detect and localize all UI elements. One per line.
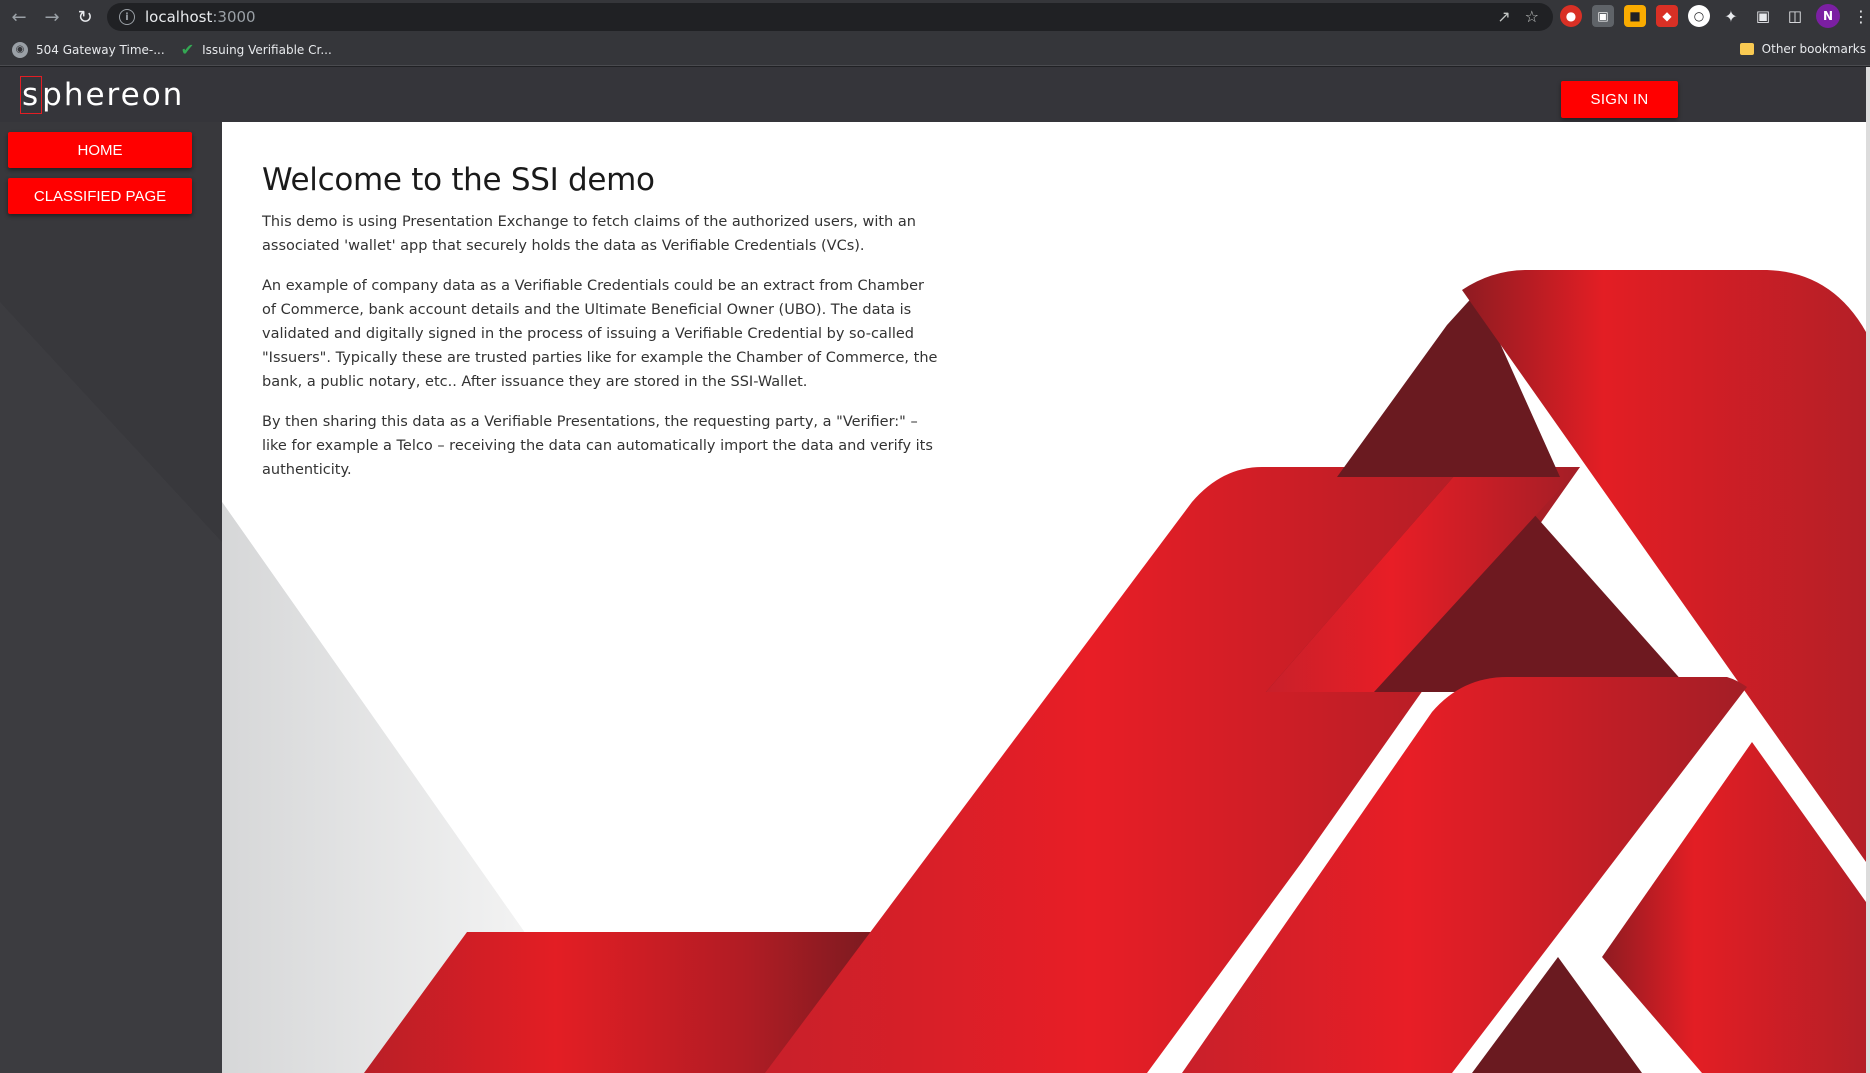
bookmarks-bar: ◉ 504 Gateway Time-... ✔ Issuing Verifia… — [0, 34, 1870, 66]
app-header: sphereon SIGN IN — [0, 67, 1870, 122]
reload-icon[interactable]: ↻ — [71, 3, 99, 31]
sidebar-shading — [0, 302, 222, 1073]
bookmark-label: Issuing Verifiable Cr... — [202, 42, 332, 57]
share-icon[interactable]: ↗ — [1497, 7, 1510, 26]
sharing-paragraph: By then sharing this data as a Verifiabl… — [262, 414, 933, 478]
extension-icon[interactable]: ▣ — [1592, 5, 1614, 27]
sphereon-logo[interactable]: sphereon — [20, 76, 185, 114]
checkmark-icon: ✔ — [180, 40, 195, 59]
sidebar-item-home[interactable]: HOME — [8, 132, 192, 168]
forward-icon[interactable]: → — [38, 3, 66, 31]
url-host: localhost — [145, 8, 213, 26]
logo-rest: phereon — [42, 77, 185, 113]
other-bookmarks-label: Other bookmarks — [1761, 42, 1866, 56]
logo-first-letter: s — [20, 76, 43, 114]
menu-icon[interactable]: ⋮ — [1850, 5, 1870, 27]
adblock-extension-icon[interactable]: ● — [1560, 5, 1582, 27]
white-extension-icon[interactable]: ○ — [1688, 5, 1710, 27]
folder-icon — [1739, 43, 1754, 55]
address-bar[interactable]: i localhost:3000 ↗ ☆ — [107, 3, 1553, 31]
sidepanel-icon[interactable]: ◫ — [1784, 5, 1806, 27]
url-port: :3000 — [212, 8, 256, 26]
example-paragraph: An example of company data as a Verifiab… — [262, 278, 938, 390]
puzzle-icon[interactable]: ✦ — [1720, 5, 1742, 27]
profile-avatar[interactable]: N — [1816, 4, 1840, 28]
star-icon[interactable]: ☆ — [1525, 7, 1539, 26]
back-icon[interactable]: ← — [5, 3, 33, 31]
bookmark-item[interactable]: ◉ 504 Gateway Time-... — [12, 41, 165, 58]
cast-icon[interactable]: ▣ — [1752, 5, 1774, 27]
sidebar-item-classified-page[interactable]: CLASSIFIED PAGE — [8, 178, 192, 214]
bookmark-item[interactable]: ✔ Issuing Verifiable Cr... — [181, 40, 332, 59]
page-title: Welcome to the SSI demo — [262, 162, 655, 198]
browser-toolbar: ← → ↻ i localhost:3000 ↗ ☆ ● ▣ ■ ◆ ○ ✦ ▣… — [0, 0, 1870, 34]
info-icon[interactable]: i — [119, 9, 135, 25]
intro-paragraph: This demo is using Presentation Exchange… — [262, 214, 916, 254]
bookmark-label: 504 Gateway Time-... — [36, 42, 165, 57]
sidebar: HOME CLASSIFIED PAGE — [0, 122, 222, 1073]
notes-extension-icon[interactable]: ■ — [1624, 5, 1646, 27]
welcome-section: Welcome to the SSI demo This demo is usi… — [262, 162, 942, 498]
main-content: Welcome to the SSI demo This demo is usi… — [222, 122, 1866, 1073]
scrollbar[interactable] — [1866, 67, 1870, 1073]
sign-in-button[interactable]: SIGN IN — [1561, 81, 1678, 118]
red-extension-icon[interactable]: ◆ — [1656, 5, 1678, 27]
other-bookmarks[interactable]: Other bookmarks — [1739, 42, 1866, 56]
globe-icon: ◉ — [12, 41, 28, 58]
